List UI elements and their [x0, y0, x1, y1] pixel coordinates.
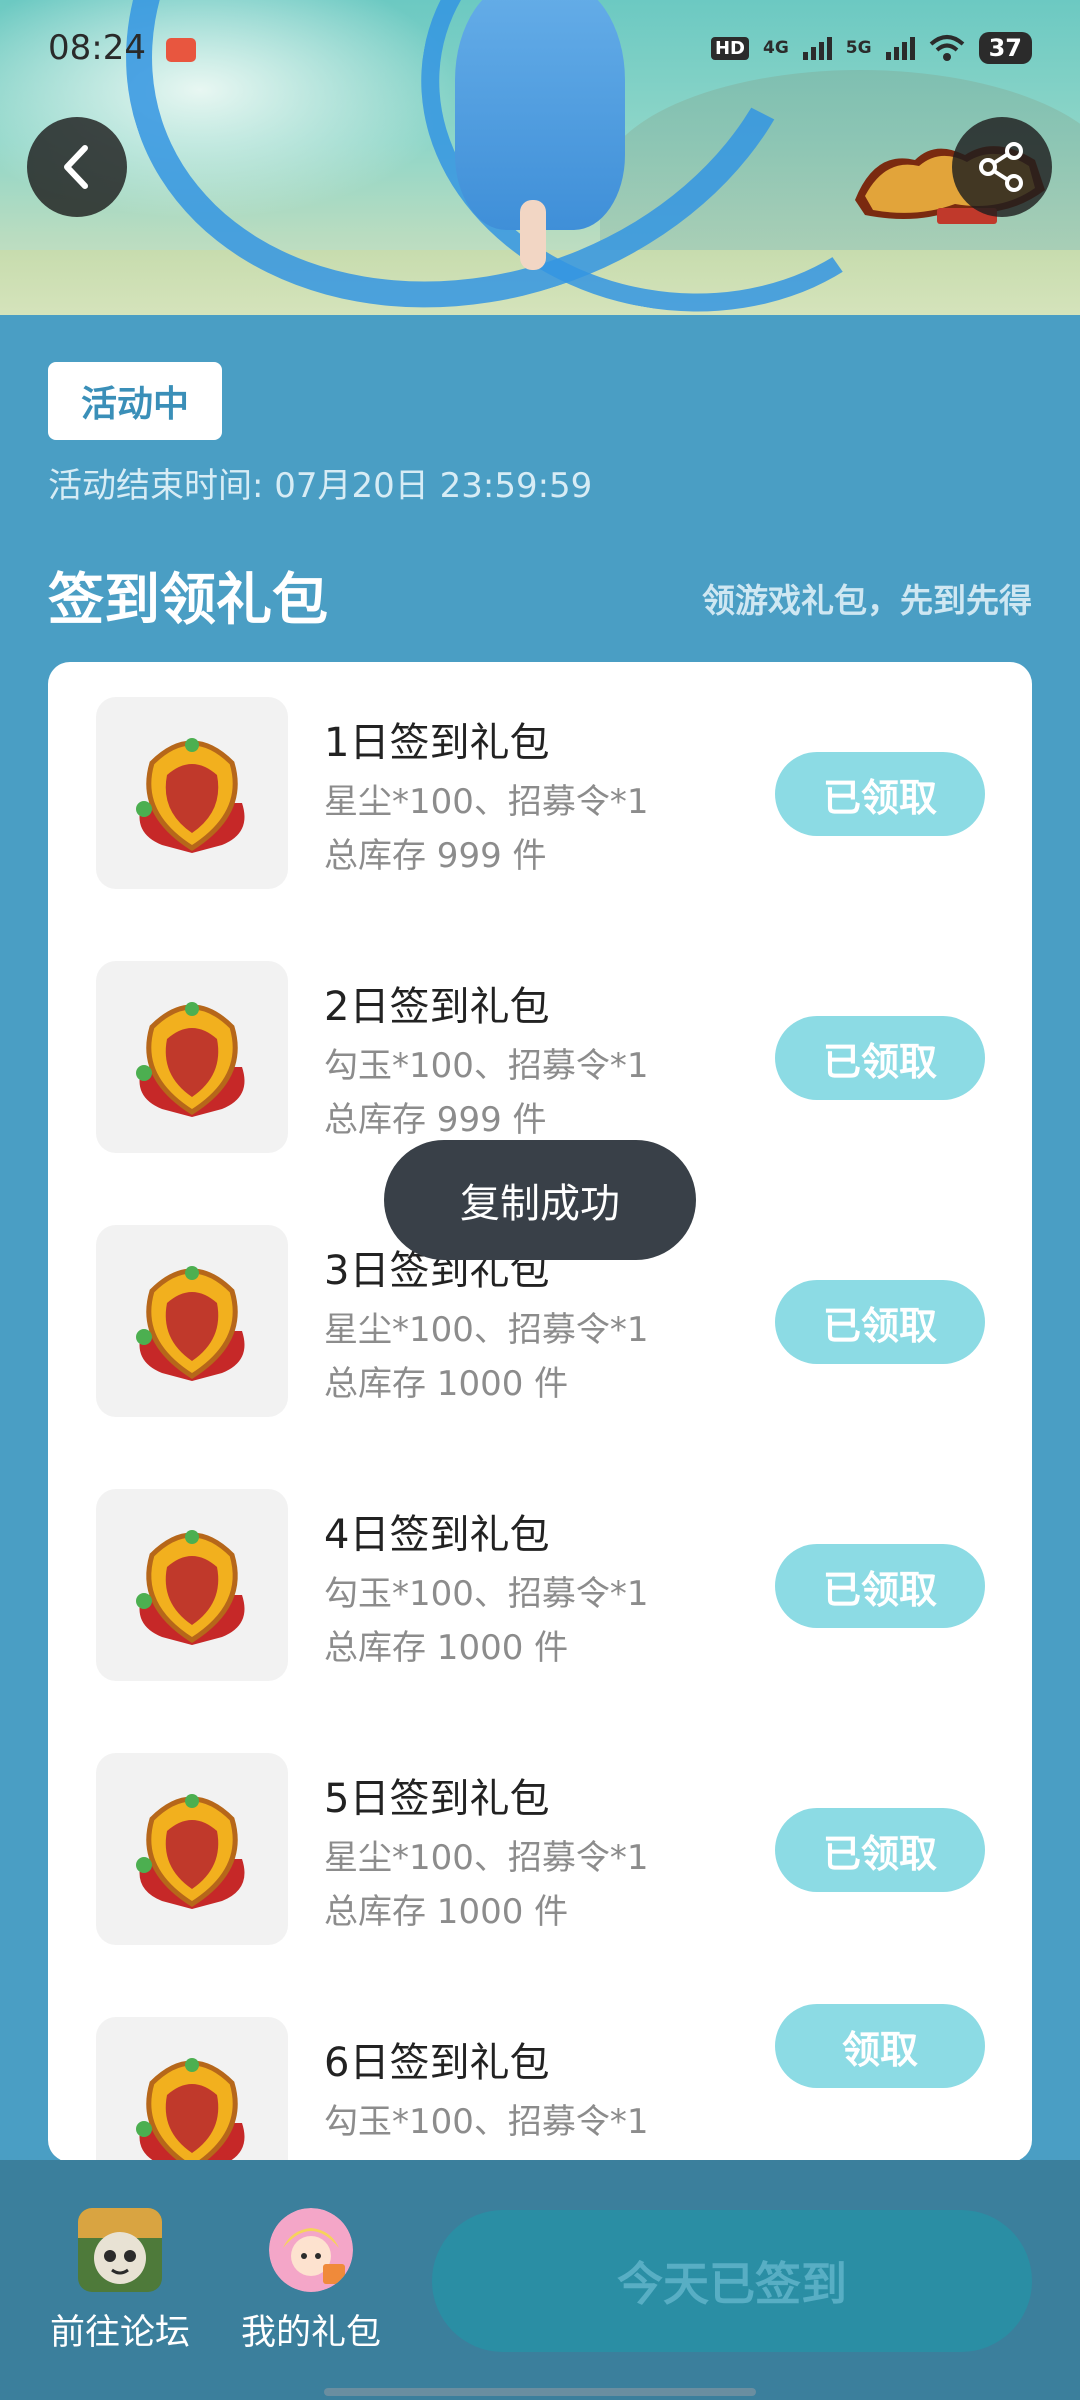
status-bar: 08:24 HD 4G 5G 37 [0, 0, 1080, 100]
battery-indicator: 37 [978, 32, 1032, 64]
section-subtitle: 领游戏礼包，先到先得 [702, 581, 1032, 620]
claim-button[interactable]: 已领取 [775, 1808, 985, 1892]
gift-thumbnail [96, 961, 288, 1153]
gift-title: 6日签到礼包 [324, 2040, 550, 2086]
gift-token-icon [136, 738, 245, 853]
gift-row: 5日签到礼包 星尘*100、招募令*1 总库存 1000 件 已领取 [48, 1718, 1032, 1945]
wifi-icon [929, 35, 964, 61]
claim-button[interactable]: 已领取 [775, 752, 985, 836]
share-icon [979, 142, 1023, 192]
network-4g-label: 4G [763, 37, 789, 58]
gift-row: 1日签到礼包 星尘*100、招募令*1 总库存 999 件 已领取 [48, 662, 1032, 889]
gift-thumbnail [96, 1489, 288, 1681]
my-gifts-avatar-icon [269, 2208, 353, 2292]
gift-token-icon [136, 1266, 245, 1381]
gift-stock: 总库存 1000 件 [324, 1364, 569, 1404]
gift-title: 2日签到礼包 [324, 984, 550, 1030]
gift-title: 1日签到礼包 [324, 720, 550, 766]
section-title: 签到领礼包 [48, 568, 328, 633]
claim-button[interactable]: 已领取 [775, 1544, 985, 1628]
daily-sign-in-button[interactable]: 今天已签到 [432, 2210, 1032, 2352]
gift-thumbnail [96, 697, 288, 889]
bottom-bar: 前往论坛 我的礼包 今天已签到 [0, 2160, 1080, 2400]
activity-end-time: 活动结束时间: 07月20日 23:59:59 [48, 466, 593, 506]
gift-description: 勾玉*100、招募令*1 [324, 1574, 649, 1614]
claim-button[interactable]: 领取 [775, 2004, 985, 2088]
forum-button[interactable]: 前往论坛 [45, 2208, 195, 2355]
gift-row: 6日签到礼包 勾玉*100、招募令*1 领取 [48, 1982, 1032, 2162]
gift-token-icon [136, 1530, 245, 1645]
gift-title: 5日签到礼包 [324, 1776, 550, 1822]
forum-game-icon [78, 2208, 162, 2292]
gift-thumbnail [96, 1753, 288, 1945]
my-gifts-label: 我的礼包 [240, 2313, 381, 2353]
status-time: 08:24 [48, 28, 146, 68]
home-indicator [324, 2388, 756, 2396]
signal-icon-2 [885, 36, 915, 60]
signal-icon [802, 36, 832, 60]
back-button[interactable] [27, 117, 127, 217]
claim-button[interactable]: 已领取 [775, 1280, 985, 1364]
gift-token-icon [136, 1794, 245, 1909]
chevron-left-icon [64, 145, 88, 189]
gift-row: 4日签到礼包 勾玉*100、招募令*1 总库存 1000 件 已领取 [48, 1454, 1032, 1681]
gift-thumbnail [96, 1225, 288, 1417]
gift-stock: 总库存 1000 件 [324, 1892, 569, 1932]
toast-message: 复制成功 [384, 1140, 696, 1260]
my-gifts-button[interactable]: 我的礼包 [236, 2208, 386, 2355]
claim-button[interactable]: 已领取 [775, 1016, 985, 1100]
activity-status-badge: 活动中 [48, 362, 222, 440]
gift-stock: 总库存 999 件 [324, 836, 547, 876]
gift-row: 2日签到礼包 勾玉*100、招募令*1 总库存 999 件 已领取 [48, 926, 1032, 1153]
network-5g-label: 5G [845, 37, 872, 58]
gift-stock: 总库存 1000 件 [324, 1628, 569, 1668]
share-button[interactable] [952, 117, 1052, 217]
gift-description: 勾玉*100、招募令*1 [324, 1046, 649, 1086]
gift-token-icon [136, 1002, 245, 1117]
gift-thumbnail [96, 2017, 288, 2162]
notification-app-icon [166, 38, 196, 62]
gift-description: 星尘*100、招募令*1 [324, 1310, 649, 1350]
gift-list-card: 1日签到礼包 星尘*100、招募令*1 总库存 999 件 已领取 2日签到礼包… [48, 662, 1032, 2162]
gift-token-icon [136, 2058, 245, 2162]
hd-voice-icon: HD [710, 36, 749, 60]
gift-stock: 总库存 999 件 [324, 1100, 547, 1140]
forum-label: 前往论坛 [49, 2313, 190, 2353]
gift-description: 星尘*100、招募令*1 [324, 1838, 649, 1878]
gift-title: 4日签到礼包 [324, 1512, 550, 1558]
gift-description: 星尘*100、招募令*1 [324, 782, 649, 822]
gift-description: 勾玉*100、招募令*1 [324, 2102, 649, 2142]
